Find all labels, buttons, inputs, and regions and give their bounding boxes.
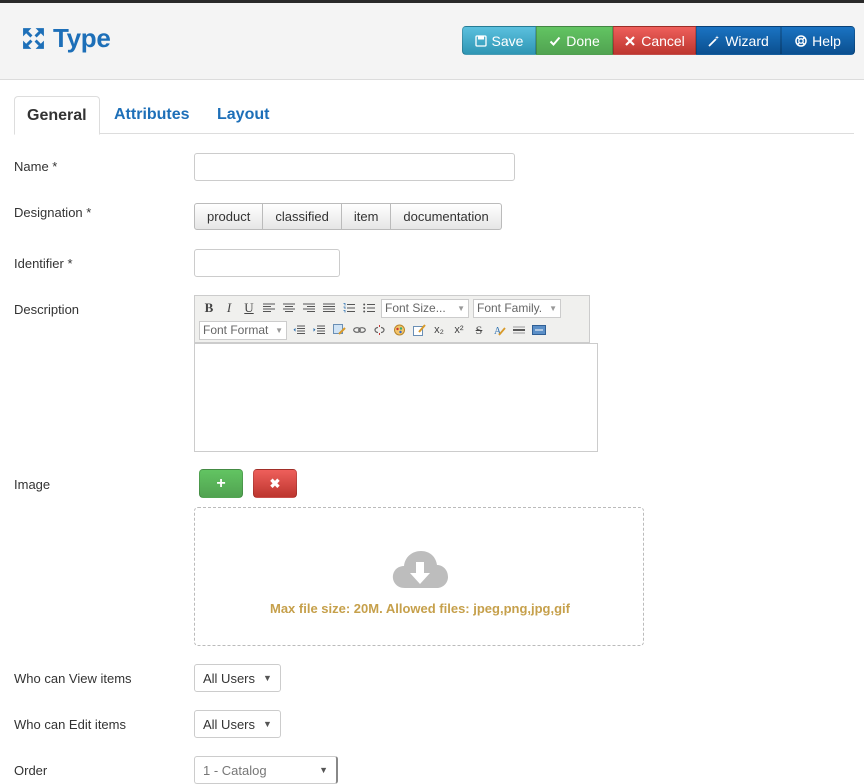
designation-documentation-button[interactable]: documentation bbox=[391, 203, 502, 230]
font-format-select-label: Font Format bbox=[203, 323, 269, 337]
align-justify-icon[interactable] bbox=[319, 298, 339, 318]
name-input[interactable] bbox=[194, 153, 515, 181]
font-family-select-label: Font Family. bbox=[477, 301, 543, 315]
wizard-button[interactable]: Wizard bbox=[696, 26, 781, 55]
tab-layout[interactable]: Layout bbox=[217, 96, 269, 134]
ordered-list-icon[interactable] bbox=[339, 298, 359, 318]
designation-item-button[interactable]: item bbox=[341, 203, 392, 230]
help-button-label: Help bbox=[812, 32, 841, 49]
save-button[interactable]: Save bbox=[462, 26, 536, 55]
align-left-icon[interactable] bbox=[259, 298, 279, 318]
designation-label: Designation * bbox=[14, 205, 92, 220]
view-permission-label: Who can View items bbox=[14, 671, 132, 686]
font-family-select[interactable]: Font Family. ▼ bbox=[473, 298, 561, 318]
unordered-list-icon[interactable] bbox=[359, 298, 379, 318]
html-source-icon[interactable] bbox=[529, 320, 549, 340]
description-editor: B I U Font Size... ▼ Font Family. ▼ Font F… bbox=[194, 295, 598, 452]
remove-format-icon[interactable]: A bbox=[489, 320, 509, 340]
designation-button-group: product classified item documentation bbox=[194, 203, 502, 230]
edit-permission-select[interactable]: All Users ▼ bbox=[194, 710, 281, 738]
font-size-select-label: Font Size... bbox=[385, 301, 446, 315]
font-size-select[interactable]: Font Size... ▼ bbox=[381, 298, 469, 318]
view-permission-value: All Users bbox=[203, 670, 256, 686]
superscript-button[interactable]: x² bbox=[449, 320, 469, 340]
done-button-label: Done bbox=[566, 32, 600, 49]
description-label: Description bbox=[14, 302, 80, 317]
caret-down-icon: ▼ bbox=[319, 765, 328, 775]
cancel-button[interactable]: Cancel bbox=[613, 26, 696, 55]
save-button-label: Save bbox=[491, 32, 524, 49]
order-select[interactable]: 1 - Catalog ▼ bbox=[194, 756, 338, 784]
bold-button[interactable]: B bbox=[199, 298, 219, 318]
editor-toolbar-row-2: Font Format ▼ x₂ x² S A bbox=[199, 320, 549, 340]
order-label: Order bbox=[14, 763, 48, 778]
chevron-down-icon: ▼ bbox=[275, 325, 283, 335]
font-format-select[interactable]: Font Format ▼ bbox=[199, 320, 287, 340]
wizard-button-label: Wizard bbox=[725, 32, 769, 49]
magic-wand-icon bbox=[708, 35, 720, 47]
action-toolbar: Save Done Cancel Wizard Help bbox=[462, 26, 855, 55]
image-icon[interactable] bbox=[389, 320, 409, 340]
chevron-down-icon: ▼ bbox=[549, 303, 557, 313]
add-image-button[interactable]: + bbox=[199, 469, 243, 498]
unlink-icon[interactable] bbox=[369, 320, 389, 340]
italic-button[interactable]: I bbox=[219, 298, 239, 318]
editor-toolbar: B I U Font Size... ▼ Font Family. ▼ Font F… bbox=[194, 295, 590, 343]
underline-button[interactable]: U bbox=[239, 298, 259, 318]
horizontal-rule-icon[interactable] bbox=[509, 320, 529, 340]
edit-permission-value: All Users bbox=[203, 716, 256, 732]
caret-down-icon: ▼ bbox=[263, 719, 272, 729]
designation-product-button[interactable]: product bbox=[194, 203, 264, 230]
identifier-input[interactable] bbox=[194, 249, 340, 277]
lifebuoy-icon bbox=[795, 34, 807, 47]
tab-attributes[interactable]: Attributes bbox=[114, 96, 190, 134]
dropzone-hint: Max file size: 20M. Allowed files: jpeg,… bbox=[270, 601, 570, 616]
caret-down-icon: ▼ bbox=[263, 673, 272, 683]
page-header: Type Save Done Cancel Wizard Help bbox=[0, 3, 864, 80]
page-title: Type bbox=[21, 23, 111, 54]
order-value: 1 - Catalog bbox=[203, 762, 267, 778]
name-label: Name * bbox=[14, 159, 58, 174]
strikethrough-button[interactable]: S bbox=[469, 320, 489, 340]
cancel-button-label: Cancel bbox=[641, 32, 685, 49]
page-title-text: Type bbox=[53, 23, 111, 53]
tab-general[interactable]: General bbox=[14, 96, 100, 135]
expand-arrows-icon bbox=[23, 28, 44, 49]
chevron-down-icon: ▼ bbox=[457, 303, 465, 313]
image-dropzone[interactable]: Max file size: 20M. Allowed files: jpeg,… bbox=[194, 507, 644, 646]
subscript-button[interactable]: x₂ bbox=[429, 320, 449, 340]
cleanup-icon[interactable] bbox=[409, 320, 429, 340]
editor-toolbar-row-1: B I U Font Size... ▼ Font Family. ▼ bbox=[199, 298, 563, 318]
link-icon[interactable] bbox=[349, 320, 369, 340]
floppy-disk-icon bbox=[474, 34, 487, 47]
identifier-label: Identifier * bbox=[14, 256, 73, 271]
align-center-icon[interactable] bbox=[279, 298, 299, 318]
outdent-icon[interactable] bbox=[289, 320, 309, 340]
remove-image-button[interactable]: ✖ bbox=[253, 469, 297, 498]
help-button[interactable]: Help bbox=[781, 26, 855, 55]
close-icon bbox=[625, 35, 635, 46]
view-permission-select[interactable]: All Users ▼ bbox=[194, 664, 281, 692]
description-textarea[interactable] bbox=[194, 343, 598, 452]
edit-image-icon[interactable] bbox=[329, 320, 349, 340]
indent-icon[interactable] bbox=[309, 320, 329, 340]
edit-permission-label: Who can Edit items bbox=[14, 717, 126, 732]
svg-text:A: A bbox=[494, 326, 502, 336]
tab-bar: General Attributes Layout bbox=[14, 96, 854, 135]
done-button[interactable]: Done bbox=[536, 26, 613, 55]
cloud-download-icon bbox=[392, 551, 448, 588]
designation-classified-button[interactable]: classified bbox=[263, 203, 342, 230]
checkmark-icon bbox=[550, 36, 561, 46]
image-label: Image bbox=[14, 477, 51, 492]
align-right-icon[interactable] bbox=[299, 298, 319, 318]
